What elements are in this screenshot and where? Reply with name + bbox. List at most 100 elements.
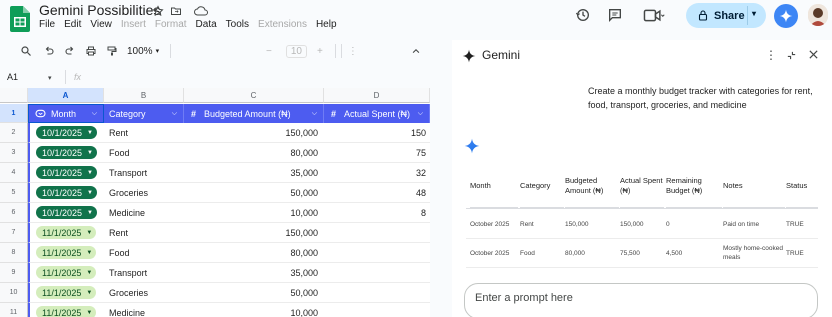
move-folder-icon[interactable] [170, 5, 182, 17]
month-chip[interactable]: 11/1/2025 ▼ [36, 306, 97, 317]
close-icon[interactable] [808, 49, 819, 60]
share-button[interactable]: Share ▾ [686, 3, 766, 28]
category-cell[interactable]: Rent [104, 223, 184, 243]
month-cell[interactable]: 11/1/2025 ▼ [28, 263, 104, 283]
table-header-actual[interactable]: # Actual Spent (₦) ⌵ [324, 104, 430, 123]
table-header-category[interactable]: Category ⌵ [104, 104, 184, 123]
budget-cell[interactable]: 80,000 [184, 243, 324, 263]
row-header[interactable]: 5 [0, 183, 28, 203]
month-chip[interactable]: 10/1/2025 ▼ [36, 206, 97, 219]
menu-format[interactable]: Format [155, 19, 187, 30]
cloud-saved-icon[interactable] [194, 5, 208, 17]
menu-edit[interactable]: Edit [64, 19, 81, 30]
category-cell[interactable]: Groceries [104, 183, 184, 203]
prompt-input[interactable] [475, 292, 775, 304]
category-cell[interactable]: Rent [104, 123, 184, 143]
column-header-d[interactable]: D [324, 88, 430, 103]
row-header[interactable]: 2 [0, 123, 28, 143]
table-header-budgeted[interactable]: # Budgeted Amount (₦) ⌵ [184, 104, 324, 123]
more-options-icon[interactable]: ⋮ [348, 46, 358, 57]
font-size-input[interactable]: 10 [285, 44, 307, 58]
menu-data[interactable]: Data [196, 19, 217, 30]
comment-icon[interactable] [607, 7, 623, 23]
actual-cell[interactable] [324, 303, 430, 317]
month-chip[interactable]: 10/1/2025 ▼ [36, 146, 97, 159]
menu-tools[interactable]: Tools [226, 19, 249, 30]
month-cell[interactable]: 11/1/2025 ▼ [28, 223, 104, 243]
select-all-corner[interactable] [0, 88, 28, 103]
redo-icon[interactable] [64, 44, 76, 58]
row-header[interactable]: 7 [0, 223, 28, 243]
prompt-input-box[interactable] [464, 283, 818, 317]
row-header[interactable]: 6 [0, 203, 28, 223]
category-cell[interactable]: Medicine [104, 303, 184, 317]
actual-cell[interactable] [324, 243, 430, 263]
zoom-select[interactable]: 100% ▾ [127, 44, 159, 58]
month-chip[interactable]: 10/1/2025 ▼ [36, 166, 97, 179]
increase-font-icon[interactable]: + [317, 46, 323, 57]
document-title[interactable]: Gemini Possibilities [39, 2, 160, 18]
row-header[interactable]: 1 [0, 104, 28, 123]
actual-cell[interactable] [324, 283, 430, 303]
budget-cell[interactable]: 35,000 [184, 163, 324, 183]
month-cell[interactable]: 10/1/2025 ▼ [28, 183, 104, 203]
actual-cell[interactable] [324, 223, 430, 243]
actual-cell[interactable]: 32 [324, 163, 430, 183]
row-header[interactable]: 3 [0, 143, 28, 163]
row-header[interactable]: 8 [0, 243, 28, 263]
month-chip[interactable]: 11/1/2025 ▼ [36, 286, 97, 299]
month-cell[interactable]: 10/1/2025 ▼ [28, 123, 104, 143]
actual-cell[interactable]: 150 [324, 123, 430, 143]
actual-cell[interactable] [324, 263, 430, 283]
name-box[interactable]: A1 ▾ [7, 72, 52, 82]
actual-cell[interactable]: 8 [324, 203, 430, 223]
budget-cell[interactable]: 80,000 [184, 143, 324, 163]
history-icon[interactable] [575, 7, 591, 23]
row-header[interactable]: 11 [0, 303, 28, 317]
menu-extensions[interactable]: Extensions [258, 19, 307, 30]
decrease-font-icon[interactable]: − [266, 46, 272, 57]
menu-view[interactable]: View [90, 19, 112, 30]
row-header[interactable]: 4 [0, 163, 28, 183]
sheets-logo-icon[interactable] [10, 6, 30, 32]
category-cell[interactable]: Transport [104, 263, 184, 283]
more-vert-icon[interactable]: ⋮ [765, 48, 777, 62]
column-header-b[interactable]: B [104, 88, 184, 103]
gemini-button[interactable] [774, 4, 798, 28]
share-dropdown-icon[interactable]: ▾ [752, 9, 756, 18]
month-cell[interactable]: 10/1/2025 ▼ [28, 203, 104, 223]
actual-cell[interactable]: 48 [324, 183, 430, 203]
budget-cell[interactable]: 10,000 [184, 303, 324, 317]
month-cell[interactable]: 10/1/2025 ▼ [28, 163, 104, 183]
category-cell[interactable]: Transport [104, 163, 184, 183]
row-header[interactable]: 9 [0, 263, 28, 283]
menu-help[interactable]: Help [316, 19, 337, 30]
menu-file[interactable]: File [39, 19, 55, 30]
month-cell[interactable]: 11/1/2025 ▼ [28, 243, 104, 263]
star-icon[interactable] [152, 5, 164, 17]
budget-cell[interactable]: 50,000 [184, 283, 324, 303]
month-cell[interactable]: 11/1/2025 ▼ [28, 283, 104, 303]
month-chip[interactable]: 10/1/2025 ▼ [36, 186, 97, 199]
paint-format-icon[interactable] [106, 44, 118, 58]
budget-cell[interactable]: 50,000 [184, 183, 324, 203]
table-header-month[interactable]: Month ⌵ [28, 104, 104, 123]
month-chip[interactable]: 11/1/2025 ▼ [36, 226, 97, 239]
category-cell[interactable]: Medicine [104, 203, 184, 223]
month-cell[interactable]: 10/1/2025 ▼ [28, 143, 104, 163]
meet-icon[interactable] [643, 8, 665, 23]
actual-cell[interactable]: 75 [324, 143, 430, 163]
column-header-c[interactable]: C [184, 88, 324, 103]
minimize-icon[interactable] [786, 50, 797, 61]
print-icon[interactable] [85, 44, 97, 58]
month-cell[interactable]: 11/1/2025 ▼ [28, 303, 104, 317]
category-cell[interactable]: Food [104, 243, 184, 263]
column-menu-icon[interactable]: ⌵ [418, 110, 423, 118]
category-cell[interactable]: Groceries [104, 283, 184, 303]
column-header-a[interactable]: A [28, 88, 104, 103]
budget-cell[interactable]: 150,000 [184, 123, 324, 143]
row-header[interactable]: 10 [0, 283, 28, 303]
budget-cell[interactable]: 10,000 [184, 203, 324, 223]
column-menu-icon[interactable]: ⌵ [92, 110, 97, 118]
month-chip[interactable]: 11/1/2025 ▼ [36, 266, 97, 279]
